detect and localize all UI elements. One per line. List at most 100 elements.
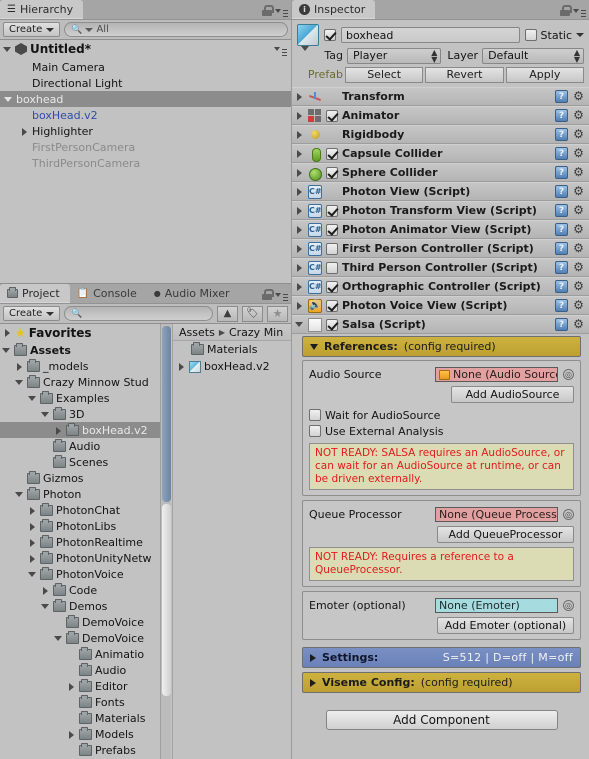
- project-tree-item-photon[interactable]: Photon: [0, 486, 160, 502]
- expand-arrow-icon[interactable]: [15, 490, 24, 499]
- component-row-first-person-controller-script-[interactable]: C# First Person Controller (Script)? ⚙: [292, 239, 589, 258]
- static-toggle[interactable]: Static: [524, 29, 584, 42]
- gameobject-cube-icon[interactable]: [297, 24, 319, 51]
- add-component-button[interactable]: Add Component: [325, 710, 558, 730]
- hierarchy-item-directional-light[interactable]: Directional Light: [0, 75, 291, 91]
- help-icon[interactable]: ?: [555, 109, 568, 122]
- filter-favorites-icon[interactable]: ★: [267, 305, 288, 322]
- component-enabled-checkbox[interactable]: [326, 242, 338, 255]
- emoter-object-field[interactable]: None (Emoter): [435, 598, 558, 613]
- project-tree-item-photonunitynetw[interactable]: PhotonUnityNetw: [0, 550, 160, 566]
- scene-menu-icon[interactable]: [274, 44, 287, 54]
- tab-project[interactable]: Project: [0, 284, 70, 303]
- project-content-item-materials[interactable]: Materials: [173, 341, 291, 358]
- help-icon[interactable]: ?: [555, 299, 568, 312]
- panel-menu-icon[interactable]: [275, 290, 288, 300]
- component-enabled-checkbox[interactable]: [326, 166, 338, 179]
- expand-arrow-icon[interactable]: [2, 346, 11, 355]
- component-row-orthographic-controller-script-[interactable]: C# Orthographic Controller (Script)? ⚙: [292, 277, 589, 296]
- component-enabled-checkbox[interactable]: [326, 261, 338, 274]
- tab-audio-mixer[interactable]: ● Audio Mixer: [147, 284, 240, 303]
- component-row-photon-transform-view-script-[interactable]: C# Photon Transform View (Script)? ⚙: [292, 201, 589, 220]
- component-expand-arrow-icon[interactable]: [295, 168, 304, 177]
- chevron-right-icon[interactable]: [310, 678, 316, 687]
- component-row-capsule-collider[interactable]: Capsule Collider? ⚙: [292, 144, 589, 163]
- component-enabled-checkbox[interactable]: [326, 280, 338, 293]
- audio-source-object-field[interactable]: None (Audio Source: [435, 367, 558, 382]
- project-tree-item-editor[interactable]: Editor: [0, 678, 160, 694]
- component-row-transform[interactable]: Transform? ⚙: [292, 87, 589, 106]
- component-expand-arrow-icon[interactable]: [295, 149, 304, 158]
- gear-icon[interactable]: ⚙: [572, 147, 585, 160]
- tab-hierarchy[interactable]: ☰ Hierarchy: [0, 0, 84, 19]
- component-enabled-checkbox[interactable]: [326, 109, 338, 122]
- project-tree-scrollbar[interactable]: [160, 324, 171, 759]
- hierarchy-item-main-camera[interactable]: Main Camera: [0, 59, 291, 75]
- project-content-item-boxhead-v2[interactable]: boxHead.v2: [173, 358, 291, 375]
- component-expand-arrow-icon[interactable]: [295, 301, 304, 310]
- expand-arrow-icon[interactable]: [28, 570, 37, 579]
- prefab-revert-button[interactable]: Revert: [425, 66, 504, 83]
- project-tree-item-photonrealtime[interactable]: PhotonRealtime: [0, 534, 160, 550]
- hierarchy-item-boxhead[interactable]: boxhead: [0, 91, 291, 107]
- gear-icon[interactable]: ⚙: [572, 242, 585, 255]
- help-icon[interactable]: ?: [555, 318, 568, 331]
- favorites-expand-arrow-icon[interactable]: [3, 328, 12, 337]
- component-row-rigidbody[interactable]: Rigidbody? ⚙: [292, 125, 589, 144]
- use-external-analysis-checkbox[interactable]: [309, 425, 321, 437]
- project-tree-item-photonlibs[interactable]: PhotonLibs: [0, 518, 160, 534]
- component-row-photon-view-script-[interactable]: C# Photon View (Script)? ⚙: [292, 182, 589, 201]
- project-tree-item-boxhead-v2[interactable]: boxHead.v2: [0, 422, 160, 438]
- expand-arrow-icon[interactable]: [4, 95, 13, 104]
- tag-dropdown[interactable]: Player ▲ ▼: [347, 47, 442, 64]
- project-tree-item-materials[interactable]: Materials: [0, 710, 160, 726]
- emoter-picker-icon[interactable]: ◎: [563, 600, 574, 611]
- expand-arrow-icon[interactable]: [41, 586, 50, 595]
- expand-arrow-icon[interactable]: [15, 362, 24, 371]
- queue-processor-picker-icon[interactable]: ◎: [563, 509, 574, 520]
- project-tree-item-examples[interactable]: Examples: [0, 390, 160, 406]
- project-tree-item-models[interactable]: Models: [0, 726, 160, 742]
- project-tree-item-photonchat[interactable]: PhotonChat: [0, 502, 160, 518]
- hierarchy-item-boxhead-v2[interactable]: boxHead.v2: [0, 107, 291, 123]
- hierarchy-search-input[interactable]: 🔍 All: [64, 22, 288, 37]
- lock-icon[interactable]: [262, 289, 274, 300]
- expand-arrow-icon[interactable]: [177, 362, 186, 371]
- component-row-sphere-collider[interactable]: Sphere Collider? ⚙: [292, 163, 589, 182]
- static-dropdown-chevron-icon[interactable]: [576, 33, 584, 37]
- expand-arrow-icon[interactable]: [67, 682, 76, 691]
- object-name-field[interactable]: boxhead: [341, 27, 520, 43]
- layer-dropdown[interactable]: Default ▲ ▼: [482, 47, 584, 64]
- gear-icon[interactable]: ⚙: [572, 280, 585, 293]
- settings-section-header[interactable]: Settings: S=512 | D=off | M=off: [302, 647, 581, 668]
- project-tree-item-demovoice[interactable]: DemoVoice: [0, 630, 160, 646]
- scene-expand-arrow-icon[interactable]: [3, 45, 12, 54]
- component-row-third-person-controller-script-[interactable]: C# Third Person Controller (Script)? ⚙: [292, 258, 589, 277]
- viseme-config-section-header[interactable]: Viseme Config: (config required): [302, 672, 581, 693]
- project-tree-item-scenes[interactable]: Scenes: [0, 454, 160, 470]
- expand-arrow-icon[interactable]: [28, 538, 37, 547]
- component-expand-arrow-icon[interactable]: [295, 282, 304, 291]
- gear-icon[interactable]: ⚙: [572, 128, 585, 141]
- component-enabled-checkbox[interactable]: [326, 147, 338, 160]
- project-create-button[interactable]: Create: [3, 306, 61, 321]
- project-tree-item-fonts[interactable]: Fonts: [0, 694, 160, 710]
- wait-for-audiosource-row[interactable]: Wait for AudioSource: [309, 407, 574, 423]
- tab-inspector[interactable]: i Inspector: [292, 0, 376, 19]
- expand-arrow-icon[interactable]: [41, 602, 50, 611]
- component-enabled-checkbox[interactable]: [326, 223, 338, 236]
- gear-icon[interactable]: ⚙: [572, 261, 585, 274]
- gear-icon[interactable]: ⚙: [572, 318, 585, 331]
- add-emoter-button[interactable]: Add Emoter (optional): [437, 617, 574, 634]
- project-tree-item-animatio[interactable]: Animatio: [0, 646, 160, 662]
- hierarchy-item-thirdpersoncamera[interactable]: ThirdPersonCamera: [0, 155, 291, 171]
- panel-menu-icon[interactable]: [573, 6, 586, 16]
- expand-arrow-icon[interactable]: [67, 730, 76, 739]
- static-checkbox[interactable]: [524, 29, 537, 41]
- component-enabled-checkbox[interactable]: [326, 318, 338, 331]
- use-external-analysis-row[interactable]: Use External Analysis: [309, 423, 574, 439]
- component-expand-arrow-icon[interactable]: [295, 130, 304, 139]
- create-button[interactable]: Create: [3, 22, 61, 37]
- help-icon[interactable]: ?: [555, 128, 568, 141]
- project-tree-item-audio[interactable]: Audio: [0, 662, 160, 678]
